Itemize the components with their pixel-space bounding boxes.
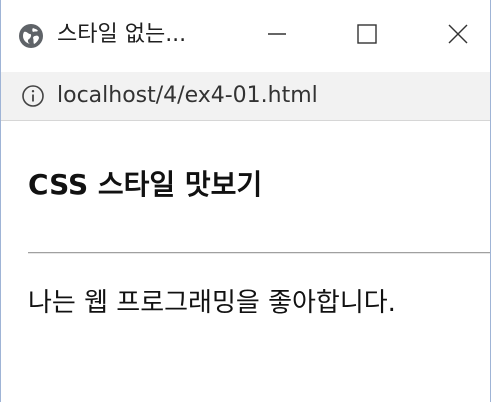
title-bar: 스타일 없는... bbox=[1, 0, 490, 72]
page-paragraph: 나는 웹 프로그래밍을 좋아합니다. bbox=[28, 288, 396, 318]
minimize-icon bbox=[266, 23, 288, 49]
page-content: CSS 스타일 맛보기 나는 웹 프로그래밍을 좋아합니다. bbox=[1, 121, 490, 402]
url-text[interactable]: localhost/4/ex4-01.html bbox=[57, 81, 318, 111]
globe-icon bbox=[18, 23, 44, 49]
maximize-icon bbox=[356, 23, 378, 49]
page-heading: CSS 스타일 맛보기 bbox=[28, 168, 263, 201]
address-bar[interactable]: localhost/4/ex4-01.html bbox=[1, 72, 490, 121]
tab-title[interactable]: 스타일 없는... bbox=[57, 20, 186, 50]
horizontal-rule bbox=[28, 252, 490, 254]
close-button[interactable] bbox=[428, 14, 488, 58]
close-icon bbox=[447, 23, 469, 49]
maximize-button[interactable] bbox=[337, 14, 397, 58]
minimize-button[interactable] bbox=[247, 14, 307, 58]
browser-window: 스타일 없는... localhost/4/ex4-01.html CSS 스타… bbox=[0, 0, 491, 402]
info-icon[interactable] bbox=[21, 84, 45, 108]
